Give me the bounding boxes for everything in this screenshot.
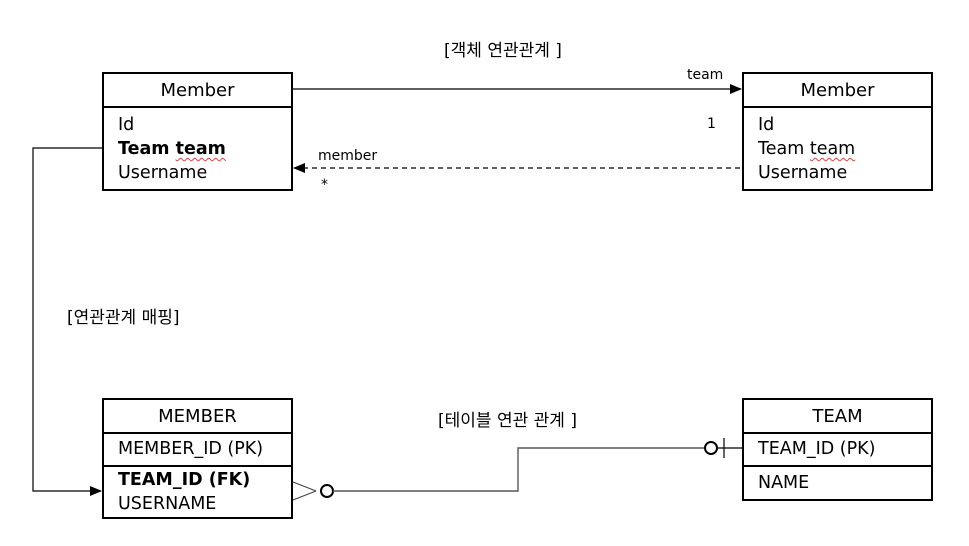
team-table[interactable]: TEAM TEAM_ID (PK) NAME: [742, 398, 933, 501]
field-team: Team team: [118, 139, 226, 159]
name-column: NAME: [758, 473, 810, 493]
member-table[interactable]: MEMBER MEMBER_ID (PK) TEAM_ID (FK) USERN…: [102, 398, 293, 519]
object-relation-caption: [객체 연관관계 ]: [444, 41, 562, 61]
member-multiplicity-label: *: [321, 177, 328, 193]
team-multiplicity-label: 1: [707, 116, 716, 132]
class-name: Member: [744, 74, 931, 108]
field-username: Username: [758, 163, 848, 183]
table-relation-caption: [테이블 연관 관계 ]: [438, 411, 577, 431]
team-id-fk-column: TEAM_ID (FK): [118, 470, 251, 490]
username-column: USERNAME: [118, 494, 217, 514]
table-relationship-line: [333, 447, 704, 492]
member-id-pk-column: MEMBER_ID (PK): [104, 434, 291, 467]
team-id-pk-column: TEAM_ID (PK): [744, 434, 931, 467]
field-username: Username: [118, 163, 208, 183]
crows-foot-many-icon: [292, 481, 334, 501]
field-id: Id: [758, 115, 775, 135]
member-class-right[interactable]: Member Id Team team Username: [742, 72, 933, 191]
field-team: Team team: [758, 139, 856, 159]
table-name: TEAM: [744, 400, 931, 434]
mapping-caption: [연관관계 매핑]: [67, 308, 180, 328]
table-name: MEMBER: [104, 400, 291, 434]
class-name: Member: [104, 74, 291, 108]
zero-or-one-icon: [704, 438, 742, 458]
member-class-left[interactable]: Member Id Team team Username: [102, 72, 293, 191]
field-id: Id: [118, 115, 135, 135]
team-role-label: team: [687, 67, 724, 83]
member-role-label: member: [318, 148, 378, 164]
